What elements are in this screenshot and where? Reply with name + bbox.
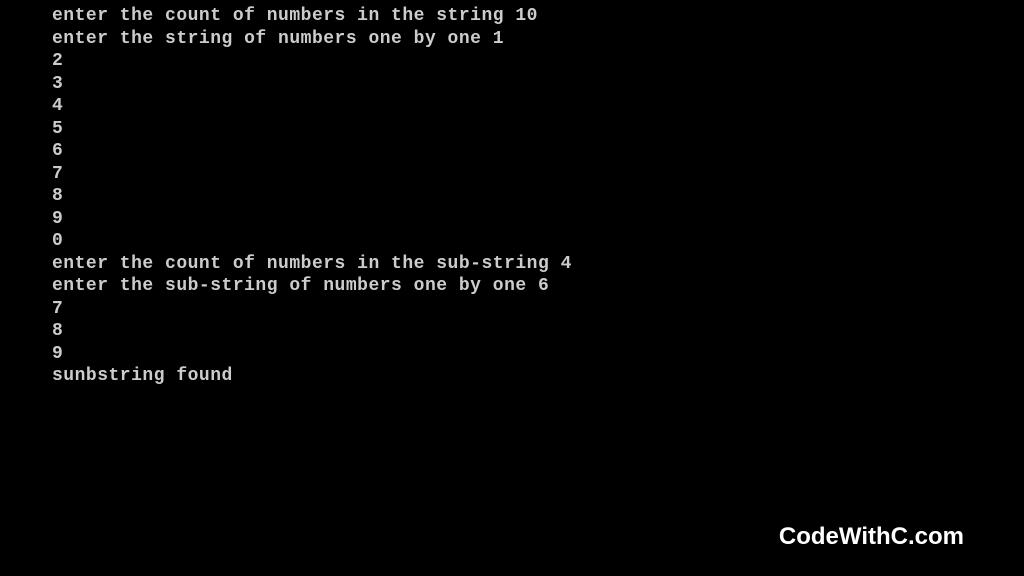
terminal-line: 5 <box>52 118 1024 141</box>
terminal-line: enter the count of numbers in the sub-st… <box>52 253 1024 276</box>
terminal-line: 2 <box>52 50 1024 73</box>
terminal-line: enter the string of numbers one by one 1 <box>52 28 1024 51</box>
terminal-line: enter the sub-string of numbers one by o… <box>52 275 1024 298</box>
terminal-line: 3 <box>52 73 1024 96</box>
terminal-line: 9 <box>52 343 1024 366</box>
terminal-output: enter the count of numbers in the string… <box>0 0 1024 388</box>
terminal-line: 9 <box>52 208 1024 231</box>
terminal-line: enter the count of numbers in the string… <box>52 5 1024 28</box>
terminal-line: 6 <box>52 140 1024 163</box>
terminal-line: 7 <box>52 298 1024 321</box>
terminal-line: 4 <box>52 95 1024 118</box>
terminal-line: sunbstring found <box>52 365 1024 388</box>
terminal-line: 8 <box>52 185 1024 208</box>
terminal-line: 8 <box>52 320 1024 343</box>
terminal-line: 0 <box>52 230 1024 253</box>
watermark: CodeWithC.com <box>779 523 964 551</box>
terminal-line: 7 <box>52 163 1024 186</box>
